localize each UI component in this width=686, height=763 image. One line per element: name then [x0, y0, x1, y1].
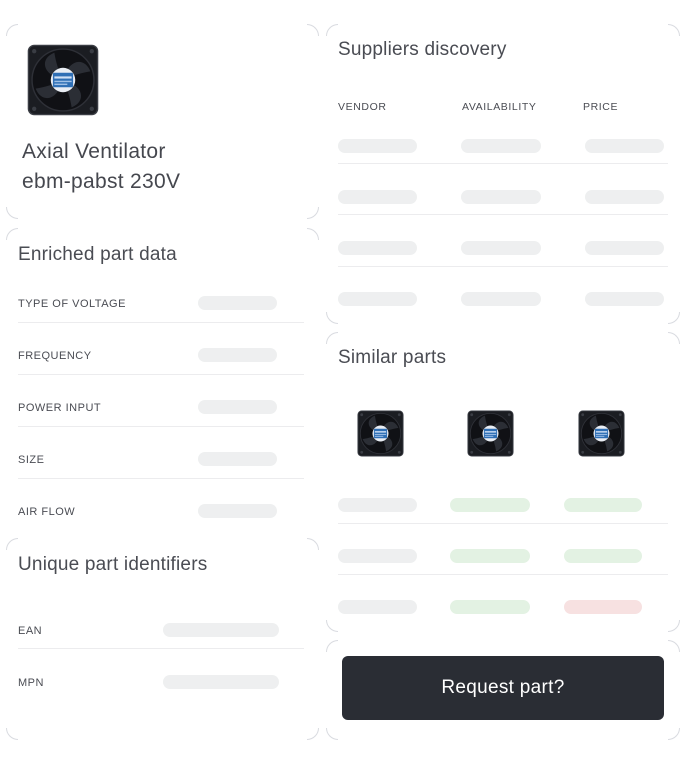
corner-decoration: [326, 332, 338, 344]
value-placeholder: [163, 675, 279, 689]
availability-placeholder: [461, 190, 541, 204]
corner-decoration: [307, 207, 319, 219]
corner-decoration: [6, 228, 18, 240]
field-label: POWER INPUT: [18, 402, 102, 414]
value-placeholder: [198, 348, 277, 362]
field-label: EAN: [18, 625, 43, 637]
column-header-vendor: VENDOR: [338, 101, 387, 113]
product-name-line1: Axial Ventilator: [22, 140, 166, 163]
enriched-part-data-card: Enriched part data TYPE OF VOLTAGE FREQU…: [6, 228, 319, 528]
status-placeholder-positive: [564, 498, 642, 512]
corner-decoration: [307, 728, 319, 740]
vendor-placeholder: [338, 139, 417, 153]
similar-part-thumb-icon[interactable]: [467, 410, 514, 457]
similar-part-thumb-icon[interactable]: [578, 410, 625, 457]
enriched-title: Enriched part data: [18, 244, 177, 265]
corner-decoration: [326, 640, 338, 652]
suppliers-title: Suppliers discovery: [338, 39, 507, 60]
divider: [338, 266, 668, 267]
value-placeholder: [163, 623, 279, 637]
divider: [338, 523, 668, 524]
corner-decoration: [6, 728, 18, 740]
value-placeholder: [198, 504, 277, 518]
corner-decoration: [307, 538, 319, 550]
similar-parts-card: Similar parts: [326, 332, 680, 632]
vendor-placeholder: [338, 292, 417, 306]
availability-placeholder: [461, 139, 541, 153]
suppliers-discovery-card: Suppliers discovery VENDOR AVAILABILITY …: [326, 24, 680, 324]
price-placeholder: [585, 292, 664, 306]
divider: [18, 648, 304, 649]
corner-decoration: [668, 312, 680, 324]
corner-decoration: [668, 332, 680, 344]
value-placeholder: [198, 452, 277, 466]
field-label: MPN: [18, 677, 44, 689]
product-card: Axial Ventilator ebm-pabst 230V: [6, 24, 319, 219]
column-header-price: PRICE: [583, 101, 619, 113]
field-label: AIR FLOW: [18, 506, 76, 518]
divider: [18, 374, 304, 375]
availability-placeholder: [461, 292, 541, 306]
name-placeholder: [338, 549, 417, 563]
corner-decoration: [307, 228, 319, 240]
unique-identifiers-card: Unique part identifiers EAN MPN: [6, 538, 319, 740]
divider: [338, 214, 668, 215]
divider: [338, 574, 668, 575]
column-header-availability: AVAILABILITY: [462, 101, 537, 113]
corner-decoration: [668, 24, 680, 36]
corner-decoration: [6, 207, 18, 219]
divider: [338, 163, 668, 164]
identifiers-title: Unique part identifiers: [18, 554, 208, 575]
availability-placeholder: [461, 241, 541, 255]
corner-decoration: [668, 640, 680, 652]
vendor-placeholder: [338, 190, 417, 204]
corner-decoration: [6, 24, 18, 36]
value-placeholder: [198, 400, 277, 414]
corner-decoration: [668, 728, 680, 740]
divider: [18, 426, 304, 427]
corner-decoration: [326, 24, 338, 36]
vendor-placeholder: [338, 241, 417, 255]
corner-decoration: [326, 312, 338, 324]
corner-decoration: [6, 538, 18, 550]
corner-decoration: [326, 620, 338, 632]
divider: [18, 478, 304, 479]
status-placeholder-negative: [564, 600, 642, 614]
name-placeholder: [338, 498, 417, 512]
field-label: FREQUENCY: [18, 350, 92, 362]
product-name-line2: ebm-pabst 230V: [22, 170, 181, 193]
divider: [18, 322, 304, 323]
similar-title: Similar parts: [338, 347, 447, 368]
price-placeholder: [585, 241, 664, 255]
request-part-label: Request part?: [441, 677, 565, 698]
request-part-button[interactable]: Request part?: [342, 656, 664, 720]
corner-decoration: [326, 728, 338, 740]
value-placeholder: [198, 296, 277, 310]
axial-fan-icon: [27, 44, 99, 116]
corner-decoration: [668, 620, 680, 632]
similar-part-thumb-icon[interactable]: [357, 410, 404, 457]
name-placeholder: [338, 600, 417, 614]
status-placeholder-positive: [450, 549, 530, 563]
field-label: SIZE: [18, 454, 45, 466]
price-placeholder: [585, 139, 664, 153]
status-placeholder-positive: [450, 498, 530, 512]
status-placeholder-positive: [450, 600, 530, 614]
product-name: Axial Ventilator ebm-pabst 230V: [22, 137, 180, 197]
corner-decoration: [307, 24, 319, 36]
price-placeholder: [585, 190, 664, 204]
field-label: TYPE OF VOLTAGE: [18, 298, 126, 310]
status-placeholder-positive: [564, 549, 642, 563]
